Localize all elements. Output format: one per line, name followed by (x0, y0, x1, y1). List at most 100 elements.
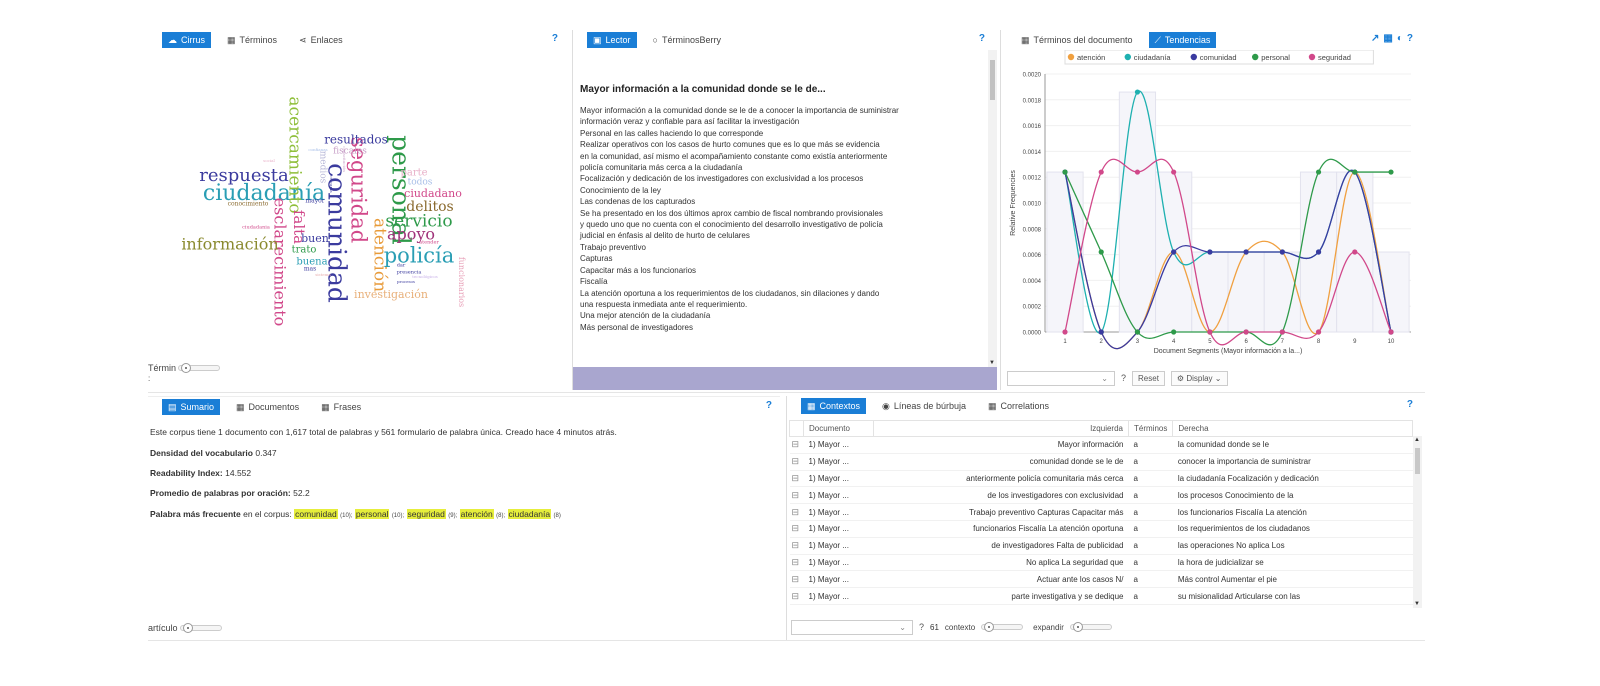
help-icon[interactable]: ? (1407, 33, 1413, 44)
scrollbar-thumb[interactable] (1415, 448, 1420, 474)
column-header-terminos[interactable]: Términos (1127, 420, 1174, 437)
data-point[interactable] (1171, 329, 1177, 335)
tab-terminos[interactable]: ▦ Términos (221, 32, 283, 48)
terms-select[interactable]: ⌄ (791, 619, 913, 635)
cloud-word[interactable]: buen (301, 232, 329, 245)
help-icon[interactable]: ? (979, 33, 985, 44)
export-icon[interactable]: ↗ (1371, 33, 1379, 44)
context-slider[interactable] (981, 622, 1024, 632)
cloud-word[interactable]: funcionarios (457, 257, 466, 307)
cloud-word[interactable]: ciudadano (404, 187, 462, 200)
data-point[interactable] (1098, 329, 1104, 335)
data-point[interactable] (1352, 169, 1358, 175)
column-header-documento[interactable]: Documento (803, 420, 874, 437)
data-point[interactable] (1315, 249, 1322, 255)
scroll-down-icon[interactable]: ▼ (1414, 601, 1420, 607)
tab-contextos[interactable]: ▦ Contextos (801, 398, 867, 414)
data-point[interactable] (1388, 169, 1394, 175)
tab-sumario[interactable]: ▤ Sumario (162, 399, 221, 415)
slider-knob[interactable] (1072, 622, 1083, 632)
data-point[interactable] (1388, 329, 1394, 335)
cloud-word[interactable]: resultados (324, 133, 388, 147)
data-point[interactable] (1171, 169, 1177, 175)
data-point[interactable] (1134, 329, 1141, 335)
contrast-icon[interactable]: ◐ (1397, 33, 1403, 44)
data-point[interactable] (1279, 249, 1285, 255)
cloud-word[interactable]: esclarecimiento (271, 198, 290, 327)
reader-scrollbar[interactable]: ▼ (988, 50, 997, 368)
legend-item[interactable]: personal (1252, 53, 1290, 62)
table-row[interactable]: ⊟ 1) Mayor ... parte investigativa y se de… (789, 587, 1413, 605)
data-point[interactable] (1207, 249, 1213, 255)
cloud-word[interactable]: ciudadania (242, 225, 270, 231)
document-timeline[interactable] (573, 367, 997, 390)
reset-button[interactable]: Reset (1132, 370, 1165, 386)
tab-tendencias[interactable]: ⟋ Tendencias (1148, 32, 1217, 48)
help-icon[interactable]: ? (552, 33, 558, 44)
table-row[interactable]: ⊟ 1) Mayor ... Mayor información a la comuni… (789, 436, 1413, 454)
cloud-word[interactable]: delitos (406, 199, 453, 215)
scroll-down-icon[interactable]: ▼ (989, 360, 995, 366)
cloud-word[interactable]: procesos (397, 279, 415, 284)
tab-cirrus[interactable]: ☁ Cirrus (162, 32, 211, 48)
cloud-word[interactable]: acercamiento (285, 96, 305, 213)
data-point[interactable] (1207, 329, 1213, 335)
data-point[interactable] (1062, 329, 1068, 335)
slider-knob[interactable] (984, 622, 995, 632)
cloud-word[interactable]: social (263, 158, 275, 163)
cloud-word[interactable]: mayor (305, 198, 324, 205)
cloud-word[interactable]: dar (397, 263, 406, 269)
table-row[interactable]: ⊟ 1) Mayor ... comunidad donde se le de a co… (789, 453, 1413, 471)
help-icon[interactable]: ? (766, 400, 772, 411)
table-row[interactable]: ⊟ 1) Mayor ... funcionarios Fiscalía La at… (789, 520, 1413, 538)
cloud-word[interactable]: todos (408, 178, 433, 188)
data-point[interactable] (1134, 89, 1141, 95)
cloud-word[interactable]: cercanía (329, 175, 334, 193)
data-point[interactable] (1062, 169, 1068, 175)
expand-row-icon[interactable]: ⊟ (789, 587, 804, 605)
expand-row-icon[interactable]: ⊟ (789, 554, 804, 572)
expand-row-icon[interactable]: ⊟ (789, 486, 804, 505)
expand-row-icon[interactable]: ⊟ (789, 537, 804, 555)
legend-item[interactable]: comunidad (1190, 53, 1237, 62)
expand-row-icon[interactable]: ⊟ (789, 453, 804, 471)
tab-frases[interactable]: ▦ Frases (315, 399, 367, 415)
frequent-word[interactable]: seguridad (406, 509, 446, 519)
data-point[interactable] (1171, 249, 1177, 255)
display-button[interactable]: ⚙ Display ⌄ (1170, 370, 1228, 386)
legend-item[interactable]: ciudadanía (1124, 53, 1172, 62)
terms-select[interactable]: ⌄ (1007, 370, 1115, 386)
tab-lineas-burbuja[interactable]: ◉ Líneas de búrbuja (876, 398, 972, 414)
cloud-word[interactable]: atender (419, 240, 439, 246)
table-row[interactable]: ⊟ 1) Mayor ... anteriormente policía comun… (789, 470, 1413, 488)
expand-slider[interactable] (1069, 622, 1112, 632)
tab-correlations[interactable]: ▦ Correlations (982, 398, 1055, 414)
data-point[interactable] (1098, 249, 1104, 255)
help-icon[interactable]: ? (919, 622, 924, 632)
cloud-word[interactable]: fiscales (333, 147, 367, 157)
cloud-word[interactable]: policía (384, 244, 455, 268)
tab-terminosberry[interactable]: ○ TérminosBerry (647, 32, 727, 48)
expand-row-icon[interactable]: ⊟ (789, 503, 804, 521)
legend-item[interactable]: seguridad (1308, 53, 1351, 62)
cloud-word[interactable]: trato (292, 245, 317, 256)
help-icon[interactable]: ? (1407, 399, 1413, 410)
tab-documentos[interactable]: ▦ Documentos (230, 399, 305, 415)
table-row[interactable]: ⊟ 1) Mayor ... No aplica La seguridad que a… (789, 554, 1413, 572)
tab-lector[interactable]: ▣ Lector (587, 32, 637, 48)
cloud-word[interactable]: capacitación (342, 146, 347, 172)
data-point[interactable] (1243, 329, 1249, 335)
legend-item[interactable]: atención (1067, 53, 1106, 62)
tab-terminos-documento[interactable]: ▦ Términos del documento (1015, 32, 1139, 48)
frequent-word[interactable]: atención (459, 509, 494, 519)
help-icon[interactable]: ? (1121, 373, 1126, 383)
scroll-up-icon[interactable]: ▲ (1414, 437, 1420, 443)
cloud-word[interactable]: información (181, 235, 278, 254)
data-point[interactable] (1352, 249, 1358, 255)
cloud-word[interactable]: confianza (308, 147, 328, 152)
data-point[interactable] (1315, 329, 1322, 335)
frequent-word[interactable]: ciudadanía (507, 509, 552, 519)
data-point[interactable] (1098, 169, 1104, 175)
scrollbar-thumb[interactable] (990, 60, 995, 100)
terms-slider[interactable] (178, 363, 221, 373)
